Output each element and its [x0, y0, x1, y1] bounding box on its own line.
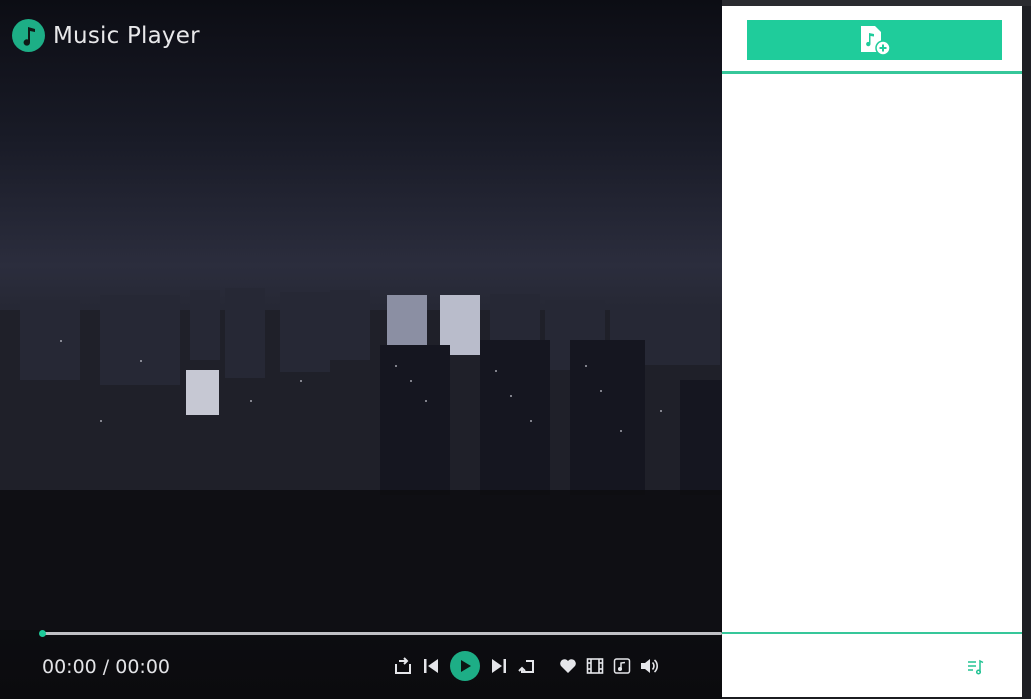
- previous-icon[interactable]: [420, 651, 442, 681]
- volume-icon[interactable]: [638, 654, 659, 678]
- music-note-icon: [12, 19, 45, 52]
- playback-controls: [392, 651, 538, 681]
- panel-divider-bottom: [722, 632, 1022, 634]
- progress-handle[interactable]: [39, 630, 46, 637]
- lyrics-icon[interactable]: [611, 654, 632, 678]
- video-icon[interactable]: [584, 654, 605, 678]
- add-music-button[interactable]: [747, 20, 1002, 60]
- repeat-icon[interactable]: [392, 651, 414, 681]
- playlist-panel: [722, 6, 1022, 697]
- extra-controls: [557, 654, 659, 678]
- play-icon[interactable]: [450, 651, 480, 681]
- loop-icon[interactable]: [516, 651, 538, 681]
- city-background-art: [0, 270, 722, 630]
- song-list[interactable]: [722, 74, 1022, 632]
- add-file-icon: [860, 26, 891, 56]
- progress-bar[interactable]: [39, 630, 722, 637]
- time-display: 00:00 / 00:00: [42, 656, 170, 678]
- app-header: Music Player: [12, 19, 200, 52]
- next-icon[interactable]: [488, 651, 510, 681]
- app-title: Music Player: [53, 22, 200, 49]
- player-view: Music Player 00:00 / 00:00: [0, 0, 722, 699]
- desktop-background: [1022, 0, 1031, 699]
- playlist-icon[interactable]: [965, 656, 987, 678]
- heart-icon[interactable]: [557, 654, 578, 678]
